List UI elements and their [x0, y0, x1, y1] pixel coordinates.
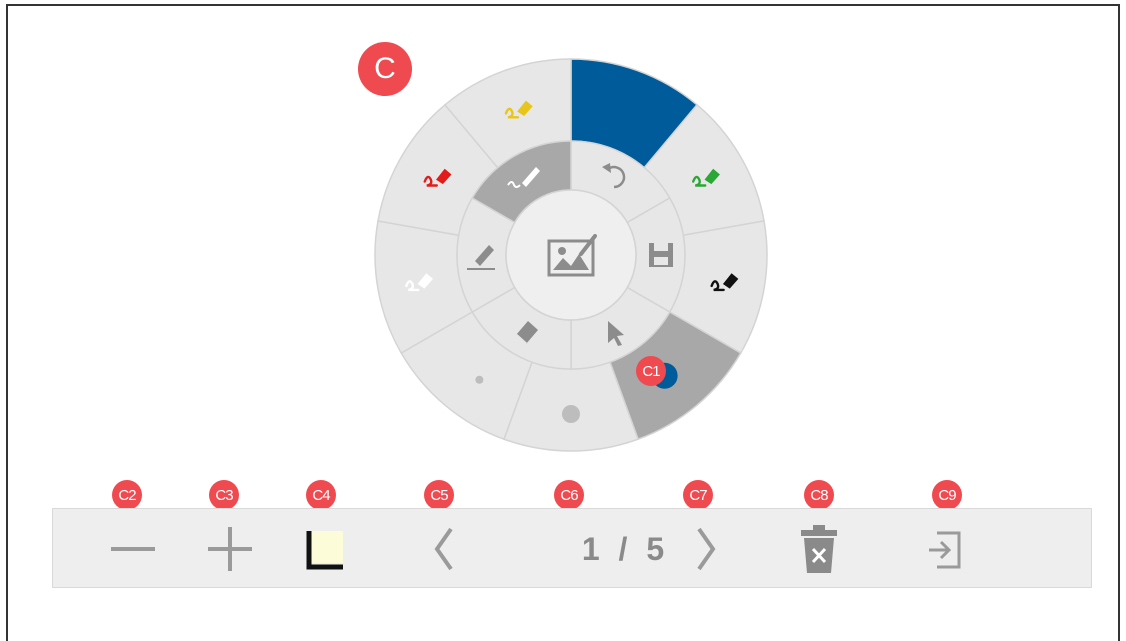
exit-icon	[929, 531, 961, 569]
background-button[interactable]	[293, 509, 357, 589]
callout-c8: C8	[804, 480, 834, 510]
callout-c2: C2	[112, 480, 142, 510]
plus-icon	[208, 527, 252, 571]
page-separator: /	[618, 531, 628, 567]
next-page-button[interactable]	[673, 509, 737, 589]
chevron-left-icon	[434, 527, 453, 571]
delete-page-button[interactable]	[787, 509, 851, 589]
trash-icon	[801, 525, 837, 573]
bottom-toolbar: 1 / 5	[52, 508, 1092, 588]
previous-page-button[interactable]	[413, 509, 477, 589]
current-page: 1	[581, 531, 600, 567]
pen-dot-small-icon	[475, 375, 484, 384]
callout-c3: C3	[209, 480, 239, 510]
chevron-right-icon	[697, 527, 716, 571]
background-swatch-icon	[306, 531, 343, 570]
total-pages: 5	[646, 531, 665, 567]
zoom-in-button[interactable]	[198, 509, 262, 589]
pen-dot-medium-icon	[562, 405, 580, 423]
callout-c7: C7	[683, 480, 713, 510]
callout-c6: C6	[554, 480, 584, 510]
save-icon	[649, 243, 673, 267]
zoom-out-button[interactable]	[101, 509, 165, 589]
center-button[interactable]	[505, 189, 637, 321]
tool-wheel	[374, 58, 768, 452]
callout-c9: C9	[932, 480, 962, 510]
callout-c5: C5	[424, 480, 454, 510]
callout-c1: C1	[636, 356, 666, 386]
page-indicator: 1 / 5	[563, 529, 683, 569]
minus-icon	[111, 547, 155, 551]
callout-c4: C4	[306, 480, 336, 510]
exit-button[interactable]	[915, 509, 979, 589]
